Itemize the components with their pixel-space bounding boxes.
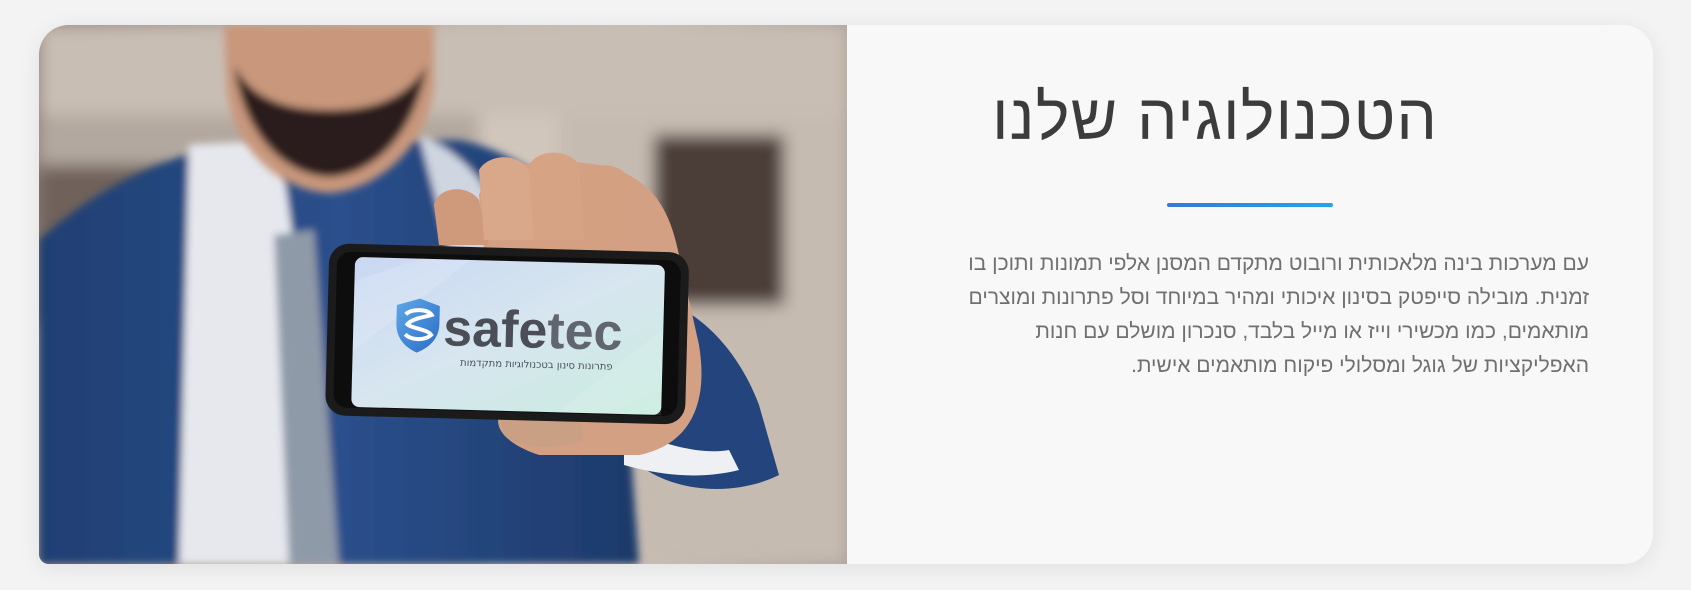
logo-main-text: safe: [443, 299, 549, 360]
technology-card: safetec פתרונות סינון בטכנולוגיות מתקדמו…: [39, 25, 1653, 564]
title-divider: [1167, 203, 1333, 207]
description-text: עם מערכות בינה מלאכותית ורובוט מתקדם המס…: [968, 252, 1589, 377]
logo-accent-text: tec: [547, 302, 624, 362]
svg-text:safetec: safetec: [443, 299, 624, 362]
content-panel: הטכנולוגיה שלנו עם מערכות בינה מלאכותית …: [847, 25, 1653, 564]
hero-photo: safetec פתרונות סינון בטכנולוגיות מתקדמו…: [39, 25, 847, 564]
page-title: הטכנולוגיה שלנו: [992, 81, 1438, 153]
